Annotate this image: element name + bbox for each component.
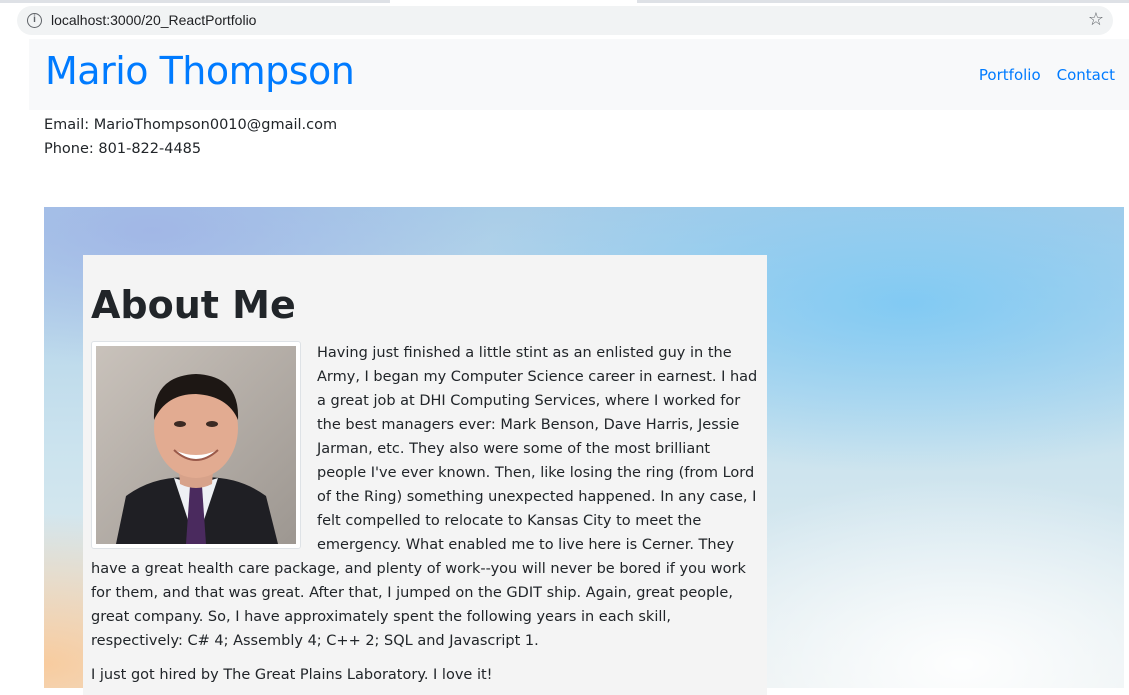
contact-info: Email: MarioThompson0010@gmail.com Phone…	[44, 113, 337, 161]
info-icon[interactable]: i	[27, 13, 42, 28]
url-text[interactable]: localhost:3000/20_ReactPortfolio	[51, 12, 256, 28]
address-bar[interactable]: i localhost:3000/20_ReactPortfolio ☆	[17, 6, 1113, 35]
phone-text: Phone: 801-822-4485	[44, 141, 202, 157]
bio-text-2: I just got hired by The Great Plains Lab…	[91, 667, 493, 683]
navbar: Mario Thompson Portfolio Contact	[29, 39, 1129, 110]
brand-link[interactable]: Mario Thompson	[45, 49, 355, 93]
email-text: Email: MarioThompson0010@gmail.com	[44, 117, 338, 133]
about-card: About Me Having just finished a little s…	[83, 255, 767, 695]
nav-link-contact[interactable]: Contact	[1057, 66, 1115, 84]
about-title: About Me	[91, 283, 296, 327]
tab-strip-edge	[0, 0, 390, 3]
browser-toolbar: i localhost:3000/20_ReactPortfolio ☆	[0, 0, 1129, 38]
portrait-image	[96, 346, 296, 544]
tab-strip-edge	[637, 0, 1129, 3]
star-icon[interactable]: ☆	[1088, 9, 1104, 30]
nav-links: Portfolio Contact	[979, 66, 1115, 84]
profile-photo	[91, 341, 301, 549]
nav-link-portfolio[interactable]: Portfolio	[979, 66, 1041, 84]
